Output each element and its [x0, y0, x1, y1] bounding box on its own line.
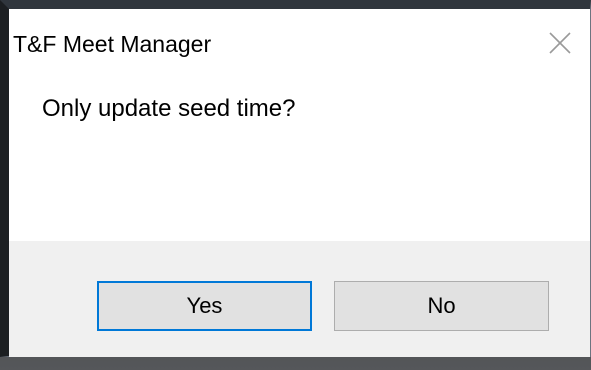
dialog-message: Only update seed time?: [42, 95, 296, 122]
close-icon: [549, 32, 571, 54]
message-dialog: T&F Meet Manager Only update seed time? …: [0, 0, 591, 357]
dialog-button-bar: Yes No: [9, 241, 590, 357]
close-button[interactable]: [542, 25, 578, 61]
title-bar: T&F Meet Manager: [9, 9, 590, 71]
dialog-title: T&F Meet Manager: [13, 31, 212, 57]
yes-button[interactable]: Yes: [97, 281, 312, 331]
no-button[interactable]: No: [334, 281, 549, 331]
